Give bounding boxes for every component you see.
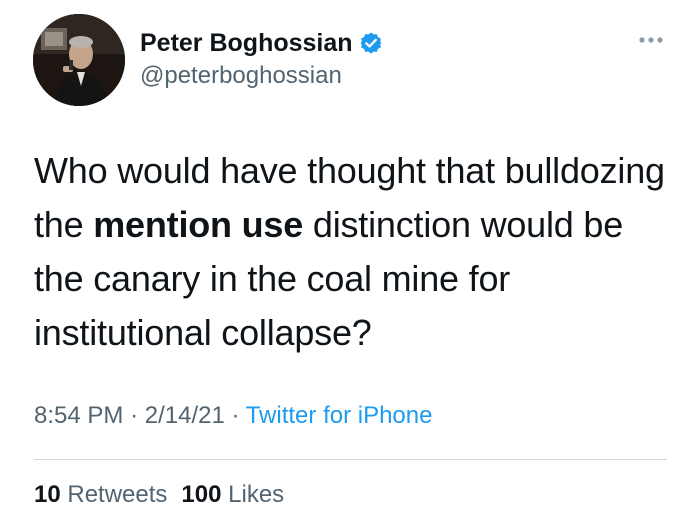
verified-badge-icon xyxy=(359,31,383,55)
author-name-row: Peter Boghossian xyxy=(140,27,383,59)
author-handle[interactable]: @peterboghossian xyxy=(140,62,342,90)
meta-separator: · xyxy=(130,402,139,429)
tweet-time[interactable]: 8:54 PM xyxy=(34,402,123,429)
tweet-meta: 8:54 PM · 2/14/21 · Twitter for iPhone xyxy=(34,402,432,430)
tweet-date[interactable]: 2/14/21 xyxy=(145,402,225,429)
likes-label: Likes xyxy=(228,481,285,508)
retweets-stat[interactable]: 10 Retweets xyxy=(34,481,167,508)
likes-stat[interactable]: 100 Likes xyxy=(181,481,284,508)
likes-count: 100 xyxy=(181,481,222,508)
meta-separator: · xyxy=(231,402,240,429)
tweet-source-link[interactable]: Twitter for iPhone xyxy=(246,402,433,429)
tweet-text-bold: mention use xyxy=(93,204,304,245)
retweets-count: 10 xyxy=(34,481,61,508)
retweets-label: Retweets xyxy=(67,481,168,508)
avatar-photo xyxy=(33,14,125,106)
avatar[interactable] xyxy=(33,14,125,106)
tweet-body: Who would have thought that bulldozing t… xyxy=(34,144,674,360)
divider xyxy=(34,459,667,460)
more-options-icon[interactable] xyxy=(636,30,666,50)
author-display-name[interactable]: Peter Boghossian xyxy=(140,29,353,58)
tweet-stats: 10 Retweets 100 Likes xyxy=(34,481,284,509)
tweet-card: Peter Boghossian @peterboghossian Who wo… xyxy=(0,0,700,526)
